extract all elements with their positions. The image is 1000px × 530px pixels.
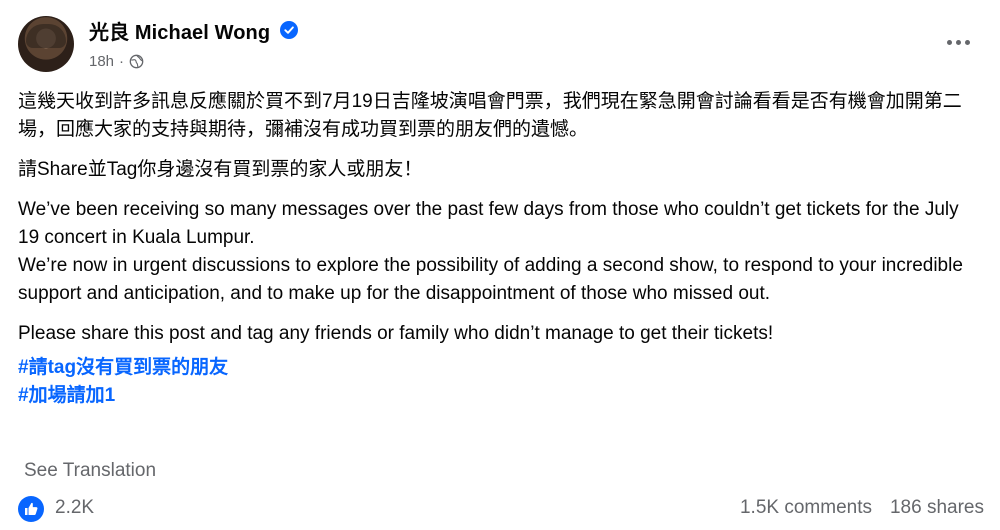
post-time[interactable]: 18h bbox=[89, 53, 114, 70]
post-meta: 18h · bbox=[89, 50, 144, 72]
author-line: 光良 Michael Wong bbox=[89, 16, 299, 45]
post-paragraph-share-request-chinese: 請Share並Tag你身邊沒有買到票的家人或朋友！ bbox=[18, 159, 423, 180]
hashtag-link[interactable]: #請tag沒有買到票的朋友 bbox=[18, 354, 978, 382]
more-dot bbox=[964, 39, 970, 45]
post-header: 光良 Michael Wong 18h · bbox=[18, 14, 988, 74]
post-paragraph-english-3: Please share this post and tag any frien… bbox=[18, 323, 774, 344]
hashtag-link[interactable]: #加場請加1 bbox=[18, 382, 978, 410]
verified-badge-icon bbox=[280, 21, 299, 39]
post-content: 這幾天收到許多訊息反應關於買不到7月19日吉隆坡演唱會門票，我們現在緊急開會討論… bbox=[18, 88, 978, 410]
globe-icon[interactable] bbox=[129, 54, 144, 69]
see-translation-link[interactable]: See Translation bbox=[24, 460, 156, 482]
more-dot bbox=[946, 39, 952, 45]
comments-count[interactable]: 1.5K comments bbox=[740, 497, 872, 519]
post-paragraph-chinese: 這幾天收到許多訊息反應關於買不到7月19日吉隆坡演唱會門票，我們現在緊急開會討論… bbox=[18, 91, 962, 140]
shares-count[interactable]: 186 shares bbox=[890, 497, 984, 519]
engagement-stats: 1.5K comments 186 shares bbox=[740, 497, 984, 519]
more-dot bbox=[955, 39, 961, 45]
author-avatar[interactable] bbox=[18, 16, 74, 72]
reaction-count[interactable]: 2.2K bbox=[55, 497, 94, 519]
post-paragraph-english-1: We’ve been receiving so many messages ov… bbox=[18, 199, 959, 248]
meta-separator: · bbox=[119, 52, 125, 70]
engagement-bar: 2.2K 1.5K comments 186 shares bbox=[18, 494, 984, 524]
more-options-icon[interactable] bbox=[940, 28, 976, 56]
post-paragraph-english-2: We’re now in urgent discussions to explo… bbox=[18, 255, 963, 304]
like-icon[interactable] bbox=[18, 496, 44, 522]
author-name[interactable]: 光良 Michael Wong bbox=[89, 16, 270, 45]
